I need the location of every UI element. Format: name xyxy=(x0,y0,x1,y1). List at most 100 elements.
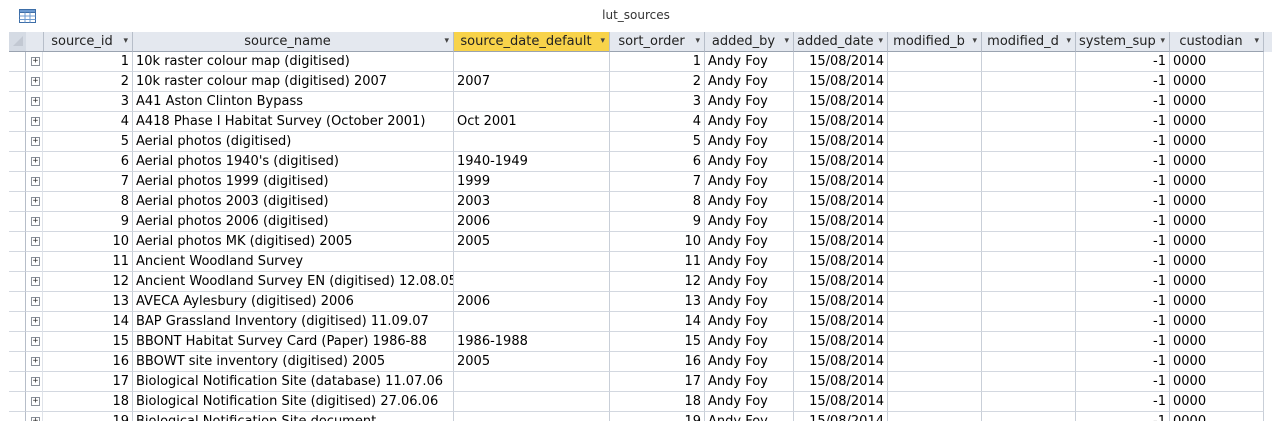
row-selector[interactable] xyxy=(9,352,26,372)
row-selector[interactable] xyxy=(9,412,26,421)
row-selector[interactable] xyxy=(9,92,26,112)
cell-system-sup[interactable]: -1 xyxy=(1076,112,1170,132)
expand-row-button[interactable]: + xyxy=(26,112,43,132)
expand-row-button[interactable]: + xyxy=(26,132,43,152)
cell-source-id[interactable]: 3 xyxy=(43,92,133,112)
cell-sort-order[interactable]: 12 xyxy=(610,272,705,292)
table-row[interactable]: + 19 Biological Notification Site docume… xyxy=(9,412,1272,421)
cell-system-sup[interactable]: -1 xyxy=(1076,212,1170,232)
cell-source-id[interactable]: 11 xyxy=(43,252,133,272)
cell-added-by[interactable]: Andy Foy xyxy=(705,392,794,412)
column-header-custodian[interactable]: custodian ▾ xyxy=(1170,32,1264,52)
cell-added-date[interactable]: 15/08/2014 xyxy=(794,332,888,352)
cell-source-name[interactable]: 10k raster colour map (digitised) 2007 xyxy=(133,72,454,92)
cell-added-date[interactable]: 15/08/2014 xyxy=(794,392,888,412)
cell-added-by[interactable]: Andy Foy xyxy=(705,272,794,292)
cell-added-by[interactable]: Andy Foy xyxy=(705,312,794,332)
cell-source-name[interactable]: BBOWT site inventory (digitised) 2005 xyxy=(133,352,454,372)
column-header-modified-by[interactable]: modified_b ▾ xyxy=(888,32,982,52)
table-row[interactable]: + 16 BBOWT site inventory (digitised) 20… xyxy=(9,352,1272,372)
cell-source-name[interactable]: Aerial photos 2003 (digitised) xyxy=(133,192,454,212)
cell-source-id[interactable]: 7 xyxy=(43,172,133,192)
cell-added-date[interactable]: 15/08/2014 xyxy=(794,232,888,252)
cell-modified-date[interactable] xyxy=(982,132,1076,152)
table-row[interactable]: + 6 Aerial photos 1940's (digitised) 194… xyxy=(9,152,1272,172)
cell-modified-by[interactable] xyxy=(888,152,982,172)
cell-sort-order[interactable]: 4 xyxy=(610,112,705,132)
cell-system-sup[interactable]: -1 xyxy=(1076,412,1170,421)
cell-sort-order[interactable]: 8 xyxy=(610,192,705,212)
cell-source-id[interactable]: 9 xyxy=(43,212,133,232)
cell-source-id[interactable]: 12 xyxy=(43,272,133,292)
cell-modified-date[interactable] xyxy=(982,332,1076,352)
cell-source-id[interactable]: 5 xyxy=(43,132,133,152)
row-selector[interactable] xyxy=(9,212,26,232)
cell-source-id[interactable]: 6 xyxy=(43,152,133,172)
cell-source-name[interactable]: Aerial photos 1940's (digitised) xyxy=(133,152,454,172)
table-row[interactable]: + 12 Ancient Woodland Survey EN (digitis… xyxy=(9,272,1272,292)
expand-plus-icon[interactable]: + xyxy=(31,57,40,66)
cell-modified-date[interactable] xyxy=(982,172,1076,192)
cell-modified-by[interactable] xyxy=(888,52,982,72)
cell-sort-order[interactable]: 7 xyxy=(610,172,705,192)
cell-source-date-default[interactable]: 2006 xyxy=(454,292,610,312)
cell-source-name[interactable]: 10k raster colour map (digitised) xyxy=(133,52,454,72)
cell-modified-by[interactable] xyxy=(888,172,982,192)
dropdown-arrow-icon[interactable]: ▾ xyxy=(695,32,700,51)
cell-system-sup[interactable]: -1 xyxy=(1076,252,1170,272)
cell-custodian[interactable]: 0000 xyxy=(1170,132,1264,152)
table-row[interactable]: + 8 Aerial photos 2003 (digitised) 2003 … xyxy=(9,192,1272,212)
cell-modified-date[interactable] xyxy=(982,312,1076,332)
cell-added-date[interactable]: 15/08/2014 xyxy=(794,292,888,312)
expand-plus-icon[interactable]: + xyxy=(31,317,40,326)
cell-custodian[interactable]: 0000 xyxy=(1170,252,1264,272)
expand-row-button[interactable]: + xyxy=(26,332,43,352)
dropdown-arrow-icon[interactable]: ▾ xyxy=(784,32,789,51)
cell-added-by[interactable]: Andy Foy xyxy=(705,212,794,232)
cell-source-id[interactable]: 4 xyxy=(43,112,133,132)
cell-source-id[interactable]: 15 xyxy=(43,332,133,352)
cell-custodian[interactable]: 0000 xyxy=(1170,352,1264,372)
cell-modified-date[interactable] xyxy=(982,152,1076,172)
expand-row-button[interactable]: + xyxy=(26,372,43,392)
cell-source-id[interactable]: 10 xyxy=(43,232,133,252)
cell-modified-date[interactable] xyxy=(982,212,1076,232)
cell-source-id[interactable]: 2 xyxy=(43,72,133,92)
cell-sort-order[interactable]: 9 xyxy=(610,212,705,232)
expand-row-button[interactable]: + xyxy=(26,232,43,252)
expand-row-button[interactable]: + xyxy=(26,52,43,72)
cell-added-by[interactable]: Andy Foy xyxy=(705,172,794,192)
cell-modified-date[interactable] xyxy=(982,252,1076,272)
cell-sort-order[interactable]: 3 xyxy=(610,92,705,112)
cell-added-by[interactable]: Andy Foy xyxy=(705,132,794,152)
cell-source-date-default[interactable]: Oct 2001 xyxy=(454,112,610,132)
expand-row-button[interactable]: + xyxy=(26,412,43,421)
cell-added-by[interactable]: Andy Foy xyxy=(705,352,794,372)
cell-source-date-default[interactable]: 1940-1949 xyxy=(454,152,610,172)
cell-source-id[interactable]: 14 xyxy=(43,312,133,332)
cell-modified-by[interactable] xyxy=(888,112,982,132)
expand-plus-icon[interactable]: + xyxy=(31,377,40,386)
cell-source-date-default[interactable]: 2005 xyxy=(454,352,610,372)
cell-added-date[interactable]: 15/08/2014 xyxy=(794,92,888,112)
expand-plus-icon[interactable]: + xyxy=(31,77,40,86)
column-header-added-by[interactable]: added_by ▾ xyxy=(705,32,794,52)
expand-row-button[interactable]: + xyxy=(26,252,43,272)
cell-modified-date[interactable] xyxy=(982,112,1076,132)
cell-custodian[interactable]: 0000 xyxy=(1170,112,1264,132)
cell-source-name[interactable]: Aerial photos MK (digitised) 2005 xyxy=(133,232,454,252)
cell-modified-by[interactable] xyxy=(888,92,982,112)
row-selector[interactable] xyxy=(9,372,26,392)
cell-source-id[interactable]: 19 xyxy=(43,412,133,421)
cell-modified-date[interactable] xyxy=(982,372,1076,392)
cell-added-date[interactable]: 15/08/2014 xyxy=(794,72,888,92)
cell-source-name[interactable]: A41 Aston Clinton Bypass xyxy=(133,92,454,112)
expand-plus-icon[interactable]: + xyxy=(31,137,40,146)
cell-source-date-default[interactable]: 2006 xyxy=(454,212,610,232)
dropdown-arrow-icon[interactable]: ▾ xyxy=(1254,32,1259,51)
table-row[interactable]: + 17 Biological Notification Site (datab… xyxy=(9,372,1272,392)
cell-added-by[interactable]: Andy Foy xyxy=(705,332,794,352)
cell-modified-by[interactable] xyxy=(888,412,982,421)
cell-system-sup[interactable]: -1 xyxy=(1076,272,1170,292)
cell-modified-date[interactable] xyxy=(982,352,1076,372)
